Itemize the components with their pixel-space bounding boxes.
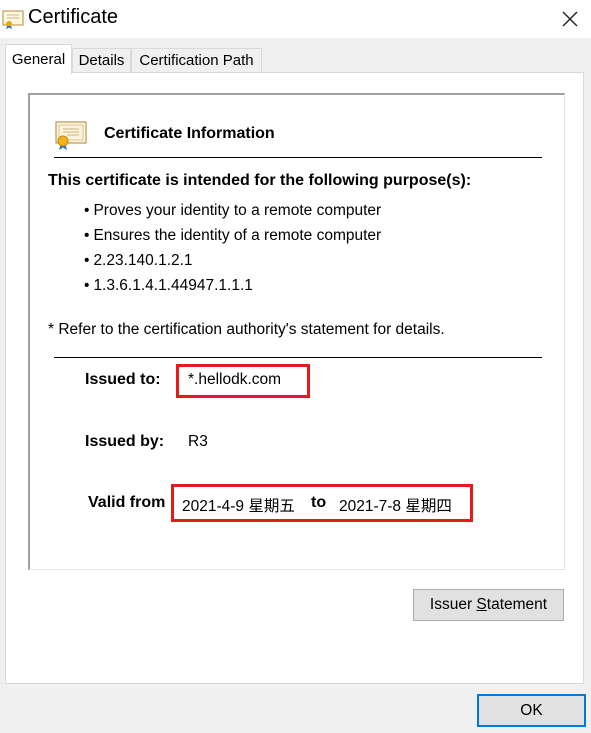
certificate-icon xyxy=(55,121,87,150)
valid-from-label: Valid from xyxy=(88,494,166,511)
ca-statement-note: * Refer to the certification authority's… xyxy=(48,321,445,338)
issued-to-label: Issued to: xyxy=(85,371,161,388)
heading-divider xyxy=(54,157,542,158)
tab-certification-path[interactable]: Certification Path xyxy=(131,48,262,72)
purpose-item: 2.23.140.1.2.1 xyxy=(84,248,381,273)
details-divider xyxy=(54,357,542,358)
window-title: Certificate xyxy=(28,6,119,28)
purpose-item: Ensures the identity of a remote compute… xyxy=(84,223,381,248)
certificate-info-box: Certificate Information This certificate… xyxy=(28,93,565,570)
valid-to-value: 2021-7-8 星期四 xyxy=(339,498,452,515)
issuer-statement-label-post: tatement xyxy=(486,596,548,613)
certificate-info-heading: Certificate Information xyxy=(104,125,275,142)
issued-to-value: *.hellodk.com xyxy=(188,371,282,388)
ok-button[interactable]: OK xyxy=(477,694,586,727)
tab-details[interactable]: Details xyxy=(72,48,131,72)
title-bar: Certificate xyxy=(0,0,591,38)
issuer-statement-button[interactable]: Issuer Statement xyxy=(413,589,564,621)
purpose-item: 1.3.6.1.4.1.44947.1.1.1 xyxy=(84,273,381,298)
valid-to-label: to xyxy=(311,494,327,511)
purpose-heading: This certificate is intended for the fol… xyxy=(48,172,472,189)
issuer-statement-accelerator: S xyxy=(476,596,487,613)
general-tab-panel: Certificate Information This certificate… xyxy=(5,72,584,684)
purpose-list: Proves your identity to a remote compute… xyxy=(84,198,381,298)
purpose-item: Proves your identity to a remote compute… xyxy=(84,198,381,223)
close-icon[interactable] xyxy=(559,8,581,30)
issued-by-value: R3 xyxy=(188,433,208,450)
issuer-statement-label-pre: Issuer xyxy=(429,596,477,613)
certificate-app-icon xyxy=(2,10,24,29)
issued-by-label: Issued by: xyxy=(85,433,165,450)
valid-from-value: 2021-4-9 星期五 xyxy=(182,498,295,515)
tab-general[interactable]: General xyxy=(5,44,72,74)
